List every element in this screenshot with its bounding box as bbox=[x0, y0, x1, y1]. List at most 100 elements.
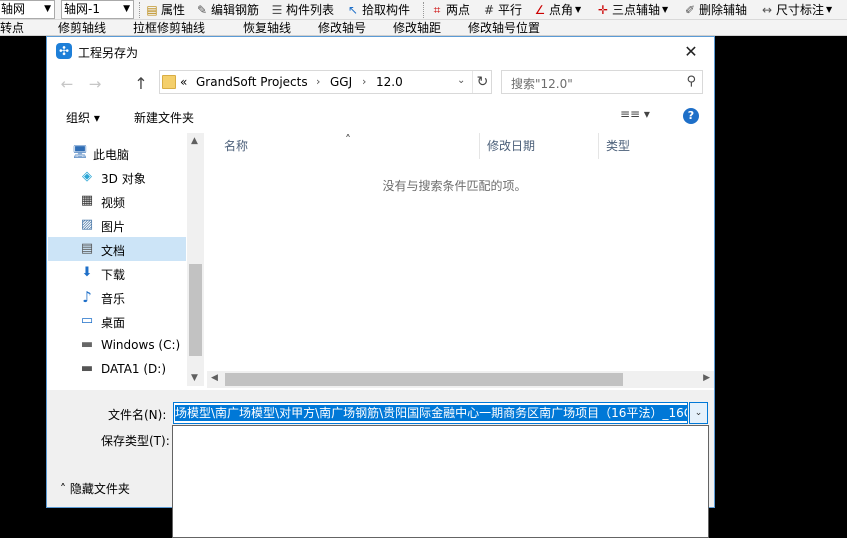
point-angle-button[interactable]: ∠ 点角 ▼ bbox=[533, 0, 582, 20]
modify-axis-number-position-button[interactable]: 修改轴号位置 bbox=[468, 20, 540, 35]
column-header-type[interactable]: 类型 bbox=[599, 133, 699, 159]
search-input[interactable]: 搜索"12.0" ⚲ bbox=[501, 70, 703, 94]
nav-item-label: Windows (C:) bbox=[101, 338, 181, 352]
back-button[interactable]: ← bbox=[57, 75, 77, 93]
help-icon[interactable]: ? bbox=[683, 108, 699, 124]
parallel-button[interactable]: # 平行 bbox=[482, 0, 522, 20]
modify-axis-distance-button[interactable]: 修改轴距 bbox=[393, 20, 441, 35]
scroll-up-icon[interactable]: ▲ bbox=[191, 136, 198, 146]
properties-label: 属性 bbox=[161, 3, 186, 17]
chevron-right-icon[interactable]: › bbox=[362, 75, 366, 88]
navigation-pane: 🖥 此电脑 ◈ 3D 对象 ▦ 视频 ▨ 图片 ▤ 文档 ⬇ 下载 ♪ 音乐 ▭ bbox=[47, 133, 204, 386]
sort-ascending-icon: ˄ bbox=[345, 133, 351, 147]
close-button[interactable]: ✕ bbox=[668, 37, 714, 67]
app-logo-icon: ✣ bbox=[56, 43, 72, 59]
breadcrumb-grandsoft[interactable]: GrandSoft Projects bbox=[196, 75, 308, 89]
scrollbar-thumb[interactable] bbox=[225, 373, 623, 386]
nav-item-downloads[interactable]: ⬇ 下载 bbox=[48, 261, 186, 285]
properties-button[interactable]: ▤ 属性 bbox=[145, 0, 185, 20]
nav-item-videos[interactable]: ▦ 视频 bbox=[48, 189, 186, 213]
three-point-axis-button[interactable]: ✛ 三点辅轴 ▼ bbox=[596, 0, 668, 20]
dialog-titlebar[interactable]: ✣ 工程另存为 ✕ bbox=[47, 37, 714, 67]
forward-button[interactable]: → bbox=[85, 75, 105, 93]
chevron-right-icon[interactable]: › bbox=[316, 75, 320, 88]
scroll-down-icon[interactable]: ▼ bbox=[191, 373, 198, 383]
edit-rebar-button[interactable]: ✎ 编辑钢筋 bbox=[195, 0, 259, 20]
breadcrumb-overflow[interactable]: « bbox=[180, 75, 187, 89]
nav-item-music[interactable]: ♪ 音乐 bbox=[48, 285, 186, 309]
refresh-icon[interactable]: ↻ bbox=[472, 71, 492, 93]
edit-rebar-icon: ✎ bbox=[196, 3, 208, 17]
column-header-label: 修改日期 bbox=[487, 139, 536, 153]
folder-icon bbox=[162, 75, 176, 89]
scrollbar-thumb[interactable] bbox=[189, 264, 202, 356]
breadcrumb-version[interactable]: 12.0 bbox=[376, 75, 403, 89]
nav-item-label: 此电脑 bbox=[93, 148, 130, 162]
up-folder-button[interactable]: ↑ bbox=[131, 75, 151, 93]
two-points-button[interactable]: ⌗ 两点 bbox=[430, 0, 470, 20]
nav-item-this-pc[interactable]: 🖥 此电脑 bbox=[48, 141, 186, 165]
nav-item-label: 音乐 bbox=[101, 292, 126, 306]
component-list-button[interactable]: ☰ 构件列表 bbox=[270, 0, 334, 20]
breadcrumb-ggj[interactable]: GGJ bbox=[330, 75, 352, 89]
address-bar[interactable]: « GrandSoft Projects › GGJ › 12.0 ⌄ ↻ bbox=[159, 70, 492, 94]
modify-axis-number-button[interactable]: 修改轴号 bbox=[318, 20, 366, 35]
box-trim-axis-button[interactable]: 拉框修剪轴线 bbox=[133, 20, 205, 35]
scroll-left-icon[interactable]: ◀ bbox=[211, 373, 218, 383]
save-type-dropdown-list[interactable] bbox=[172, 425, 709, 538]
chevron-up-icon: ˄ bbox=[60, 482, 66, 496]
chevron-down-icon: ▼ bbox=[123, 4, 130, 14]
point-angle-label: 点角 bbox=[549, 3, 574, 17]
turn-point-button[interactable]: 转点 bbox=[0, 20, 24, 35]
organize-menu[interactable]: 组织 ▾ bbox=[66, 109, 100, 126]
edit-rebar-label: 编辑钢筋 bbox=[211, 3, 260, 17]
nav-item-3d-objects[interactable]: ◈ 3D 对象 bbox=[48, 165, 186, 189]
navigation-scrollbar[interactable]: ▲ ▼ bbox=[187, 133, 204, 386]
pick-component-icon: ↖ bbox=[347, 3, 359, 17]
parallel-label: 平行 bbox=[498, 3, 523, 17]
chevron-down-icon: ▼ bbox=[662, 5, 669, 14]
pick-component-label: 拾取构件 bbox=[362, 3, 411, 17]
chevron-down-icon: ▼ bbox=[575, 5, 582, 14]
axis-combo[interactable]: 轴网-1 ▼ bbox=[61, 0, 134, 19]
new-folder-button[interactable]: 新建文件夹 bbox=[134, 109, 194, 126]
view-options-button[interactable]: ≡≡ ▾ bbox=[620, 107, 656, 125]
pick-component-button[interactable]: ↖ 拾取构件 bbox=[346, 0, 410, 20]
delete-axis-button[interactable]: ✐ 删除辅轴 bbox=[683, 0, 747, 20]
hide-folders-toggle[interactable]: ˄ 隐藏文件夹 bbox=[60, 480, 130, 497]
column-header-date[interactable]: 修改日期 bbox=[480, 133, 599, 159]
layer-combo[interactable]: 轴网 ▼ bbox=[0, 0, 55, 19]
nav-item-drive-d[interactable]: ▬ DATA1 (D:) bbox=[48, 357, 186, 381]
nav-item-label: 3D 对象 bbox=[101, 172, 146, 186]
filename-input[interactable]: 场模型\南广场模型\对甲方\南广场钢筋\贵阳国际金融中心一期商务区南广场项目（1… bbox=[173, 402, 688, 424]
nav-item-documents[interactable]: ▤ 文档 bbox=[48, 237, 186, 261]
empty-results-message: 没有与搜索条件匹配的项。 bbox=[382, 179, 527, 193]
3d-objects-icon: ◈ bbox=[82, 169, 92, 184]
nav-item-label: 视频 bbox=[101, 196, 126, 210]
nav-item-desktop[interactable]: ▭ 桌面 bbox=[48, 309, 186, 333]
nav-item-pictures[interactable]: ▨ 图片 bbox=[48, 213, 186, 237]
filename-label: 文件名(N): bbox=[108, 408, 167, 422]
dimension-button[interactable]: ↔ 尺寸标注 ▼ bbox=[760, 0, 832, 20]
nav-item-drive-c[interactable]: ▬ Windows (C:) bbox=[48, 333, 186, 357]
nav-item-label: 文档 bbox=[101, 244, 126, 258]
trim-axis-button[interactable]: 修剪轴线 bbox=[58, 20, 106, 35]
toolbar-divider bbox=[423, 2, 424, 18]
two-points-icon: ⌗ bbox=[433, 3, 441, 17]
drive-d-icon: ▬ bbox=[80, 361, 94, 376]
restore-axis-button[interactable]: 恢复轴线 bbox=[243, 20, 291, 35]
video-icon: ▦ bbox=[80, 193, 94, 208]
filename-dropdown-button[interactable]: ⌄ bbox=[689, 402, 708, 424]
filename-selected-text[interactable]: 场模型\南广场模型\对甲方\南广场钢筋\贵阳国际金融中心一期商务区南广场项目（1… bbox=[175, 405, 687, 421]
column-header-label: 名称 bbox=[224, 139, 249, 153]
file-list[interactable]: 名称 ˄ 修改日期 类型 没有与搜索条件匹配的项。 ◀ ▶ bbox=[207, 133, 714, 390]
three-point-axis-icon: ✛ bbox=[597, 3, 609, 17]
delete-axis-icon: ✐ bbox=[684, 3, 696, 17]
address-history-dropdown-icon[interactable]: ⌄ bbox=[457, 75, 465, 86]
music-icon: ♪ bbox=[82, 288, 92, 306]
scroll-right-icon[interactable]: ▶ bbox=[703, 373, 710, 383]
column-header-name[interactable]: 名称 ˄ bbox=[207, 133, 480, 159]
nav-item-label: 桌面 bbox=[101, 316, 126, 330]
downloads-icon: ⬇ bbox=[81, 265, 93, 280]
horizontal-scrollbar[interactable]: ◀ ▶ bbox=[207, 371, 714, 388]
